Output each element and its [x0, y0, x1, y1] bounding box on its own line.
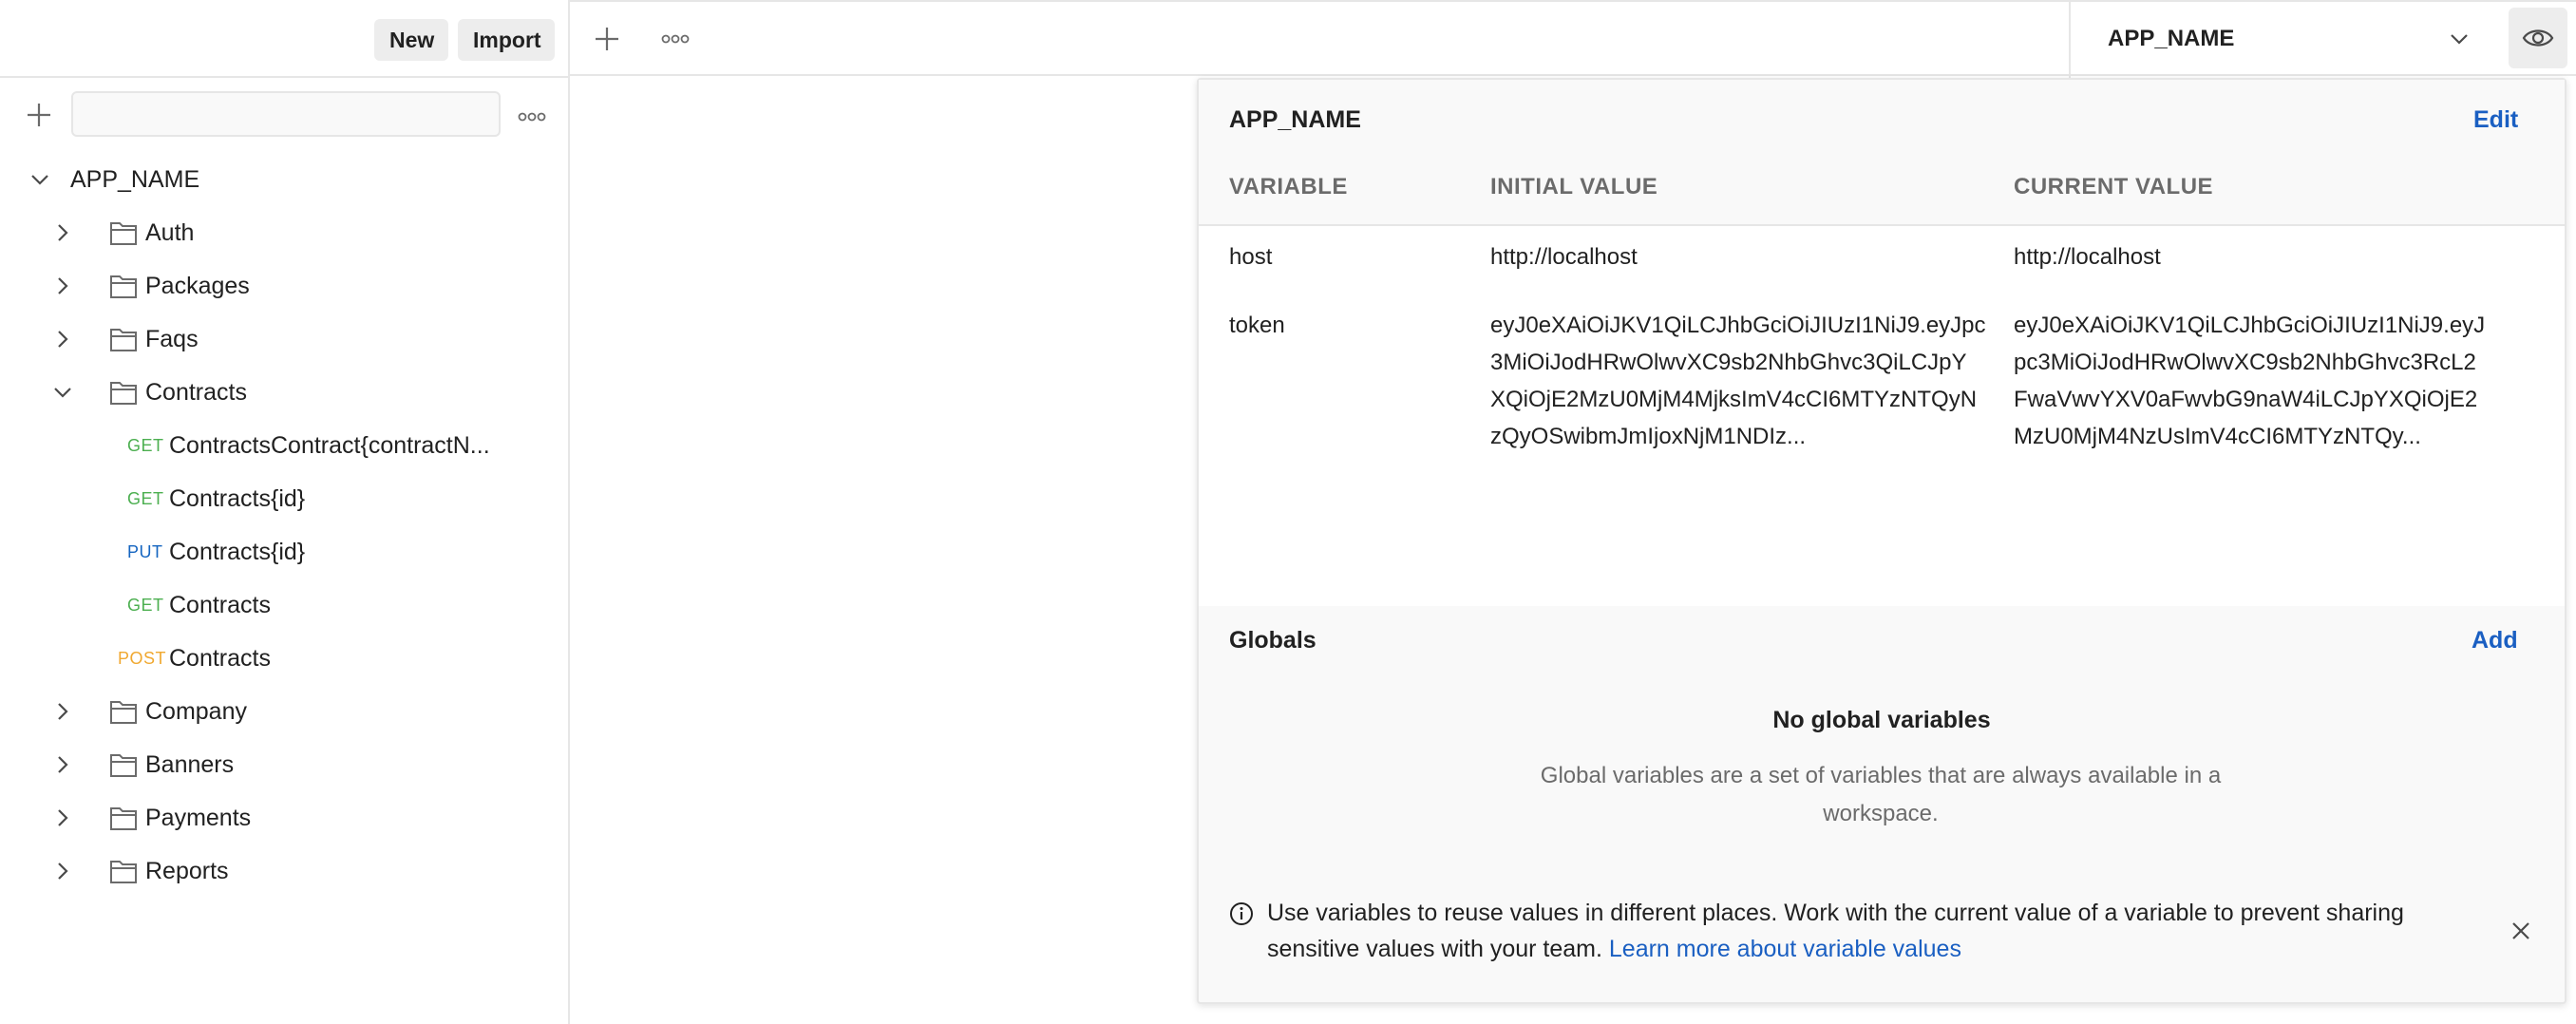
variable-initial-value: http://localhost	[1490, 244, 1638, 270]
chevron-down-icon	[2449, 28, 2470, 49]
method-badge: PUT	[127, 542, 163, 561]
folder-company[interactable]: Company	[0, 685, 568, 738]
column-header-variable: VARIABLE	[1229, 174, 1348, 199]
value-line: zQyOSwibmJmIjoxNjM1NDIz...	[1490, 424, 1807, 449]
folder-faqs[interactable]: Faqs	[0, 313, 568, 366]
column-header-current: CURRENT VALUE	[2014, 174, 2214, 199]
folder-icon	[110, 861, 137, 883]
folder-label: Faqs	[145, 326, 199, 352]
folder-icon	[110, 701, 137, 724]
import-button[interactable]: Import	[458, 19, 555, 61]
value-line: FwaVwvYXV0aFwvbG9naW4iLCJpYXQiOjE2	[2014, 387, 2478, 412]
more-options-icon[interactable]	[517, 103, 547, 131]
variable-name: token	[1229, 313, 1285, 338]
info-banner: Use variables to reuse values in differe…	[1267, 895, 2454, 967]
request-item[interactable]: PUT Contracts{id}	[0, 525, 568, 578]
chevron-down-icon	[31, 175, 48, 185]
folder-label: Company	[145, 698, 247, 725]
chevron-right-icon	[58, 331, 68, 348]
empty-globals-description: Global variables are a set of variables …	[1540, 763, 2222, 826]
folder-label: Banners	[145, 751, 235, 778]
request-label: ContractsContract{contractN...	[169, 432, 490, 459]
filter-input[interactable]	[71, 91, 501, 137]
method-badge: GET	[127, 436, 164, 455]
globals-title: Globals	[1229, 627, 1316, 654]
folder-icon	[110, 382, 137, 405]
tab-options-icon[interactable]	[660, 25, 691, 53]
environment-name: APP_NAME	[2108, 26, 2235, 51]
method-badge: POST	[118, 649, 167, 668]
chevron-right-icon	[58, 224, 68, 241]
folder-icon	[110, 807, 137, 830]
close-icon[interactable]	[2510, 920, 2532, 942]
value-line: eyJ0eXAiOiJKV1QiLCJhbGciOiJIUzI1NiJ9.eyJ…	[1490, 313, 1986, 338]
folder-icon	[110, 754, 137, 777]
folder-icon	[110, 275, 137, 298]
chevron-right-icon	[58, 809, 68, 826]
new-button[interactable]: New	[374, 19, 448, 61]
chevron-right-icon	[58, 703, 68, 720]
request-item[interactable]: GET ContractsContract{contractN...	[0, 419, 568, 472]
request-label: Contracts{id}	[169, 539, 306, 565]
request-item[interactable]: POST Contracts	[0, 632, 568, 685]
folder-label: Auth	[145, 219, 195, 246]
add-global-link[interactable]: Add	[2472, 627, 2518, 654]
variable-current-value: http://localhost	[2014, 244, 2161, 270]
column-header-initial: INITIAL VALUE	[1490, 174, 1658, 199]
request-label: Contracts	[169, 645, 271, 672]
chevron-down-icon	[54, 388, 71, 398]
chevron-right-icon	[58, 863, 68, 880]
variable-current-value: eyJ0eXAiOiJKV1QiLCJhbGciOiJIUzI1NiJ9.eyJ…	[2014, 307, 2546, 455]
value-line: pc3MiOiJodHRwOlwvXC9sb2NhbGhvc3RcL2	[2014, 350, 2476, 375]
collection-root[interactable]: APP_NAME	[0, 153, 568, 206]
value-line: 3MiOiJodHRwOlwvXC9sb2NhbGhvc3QiLCJpY	[1490, 350, 1967, 375]
folder-contracts[interactable]: Contracts	[0, 366, 568, 419]
method-badge: GET	[127, 489, 164, 508]
environment-title: APP_NAME	[1229, 106, 1361, 133]
variable-name: host	[1229, 244, 1273, 270]
edit-environment-link[interactable]: Edit	[2473, 106, 2518, 134]
new-tab-icon[interactable]	[593, 25, 621, 53]
folder-reports[interactable]: Reports	[0, 844, 568, 898]
folder-label: Contracts	[145, 379, 247, 406]
method-badge: GET	[127, 596, 164, 615]
value-line: MzU0MjM4NzUsImV4cCI6MTYzNTQy...	[2014, 424, 2421, 449]
folder-icon	[110, 329, 137, 351]
collection-name: APP_NAME	[70, 166, 200, 193]
request-item[interactable]: GET Contracts	[0, 578, 568, 632]
empty-globals-title: No global variables	[1772, 707, 1991, 733]
folder-icon	[110, 222, 137, 245]
value-line: eyJ0eXAiOiJKV1QiLCJhbGciOiJIUzI1NiJ9.eyJ	[2014, 313, 2486, 338]
folder-label: Reports	[145, 858, 229, 884]
folder-auth[interactable]: Auth	[0, 206, 568, 259]
folder-packages[interactable]: Packages	[0, 259, 568, 313]
folder-label: Payments	[145, 805, 252, 831]
request-label: Contracts{id}	[169, 485, 306, 512]
value-line: XQiOjE2MzU0MjM4MjksImV4cCI6MTYzNTQyN	[1490, 387, 1978, 412]
learn-more-link[interactable]: Learn more about variable values	[1609, 936, 1961, 962]
add-collection-icon[interactable]	[25, 101, 53, 129]
variable-initial-value: eyJ0eXAiOiJKV1QiLCJhbGciOiJIUzI1NiJ9.eyJ…	[1490, 307, 2003, 455]
folder-banners[interactable]: Banners	[0, 738, 568, 791]
request-label: Contracts	[169, 592, 271, 618]
folder-payments[interactable]: Payments	[0, 791, 568, 844]
chevron-right-icon	[58, 277, 68, 294]
environment-quick-look-button[interactable]	[2509, 8, 2567, 68]
folder-label: Packages	[145, 273, 250, 299]
sidebar-header: New Import	[0, 0, 568, 78]
eye-icon	[2522, 29, 2554, 47]
request-item[interactable]: GET Contracts{id}	[0, 472, 568, 525]
info-icon	[1229, 901, 1254, 926]
chevron-right-icon	[58, 756, 68, 773]
